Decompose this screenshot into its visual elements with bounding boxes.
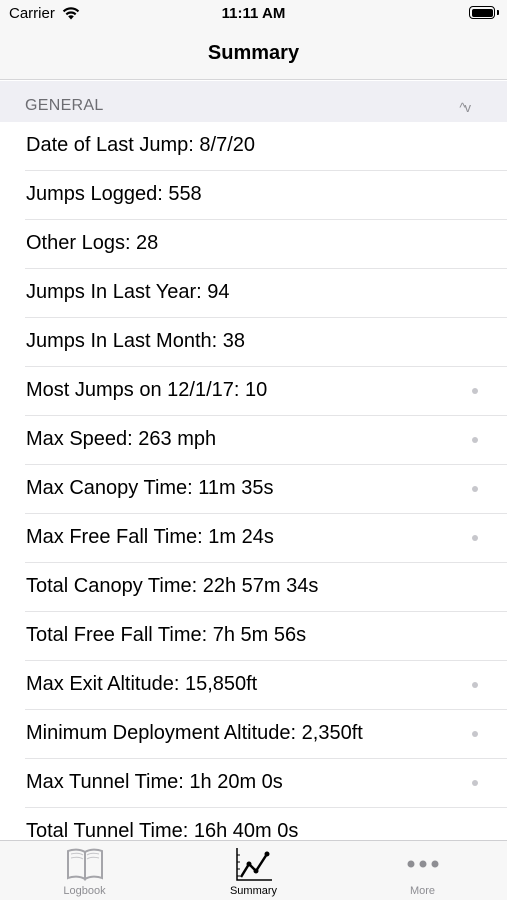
sort-toggle-icon[interactable]: ^v (459, 100, 471, 115)
list-item: Other Logs: 28 (0, 220, 507, 269)
list-item[interactable]: Max Speed: 263 mph (0, 416, 507, 465)
tab-logbook-label: Logbook (63, 885, 106, 897)
chart-line-icon (235, 848, 272, 881)
section-title: GENERAL (25, 97, 104, 114)
list-item-label: Jumps In Last Month: 38 (26, 330, 246, 352)
summary-list: Date of Last Jump: 8/7/20 Jumps Logged: 5… (0, 122, 507, 857)
battery-tip (497, 10, 499, 15)
navigation-bar: Summary (0, 30, 507, 80)
status-bar: Carrier 11:11 AM (0, 0, 507, 30)
list-item: Jumps Logged: 558 (0, 171, 507, 220)
detail-dot-icon (472, 437, 478, 443)
tab-summary-label: Summary (229, 885, 278, 897)
detail-dot-icon (472, 682, 478, 688)
status-time: 11:11 AM (221, 5, 286, 22)
summary-screen: Carrier 11:11 AM Summary GENERAL ^v Date… (0, 0, 507, 900)
list-item[interactable]: Max Exit Altitude: 15,850ft (0, 661, 507, 710)
book-icon (66, 848, 103, 881)
list-item: Jumps In Last Year: 94 (0, 269, 507, 318)
detail-dot-icon (472, 535, 478, 541)
list-item: Date of Last Jump: 8/7/20 (0, 122, 507, 171)
detail-dot-icon (472, 486, 478, 492)
list-item-label: Max Canopy Time: 11m 35s (26, 477, 274, 499)
list-item: Total Canopy Time: 22h 57m 34s (0, 563, 507, 612)
list-item-label: Max Speed: 263 mph (26, 428, 217, 450)
list-item[interactable]: Max Free Fall Time: 1m 24s (0, 514, 507, 563)
tab-more-label: More (409, 885, 436, 897)
tab-bar: Logbook Summary More (0, 840, 507, 900)
list-item: Jumps In Last Month: 38 (0, 318, 507, 367)
list-item-label: Max Tunnel Time: 1h 20m 0s (26, 771, 283, 793)
page-title: Summary (207, 42, 300, 64)
list-item-label: Other Logs: 28 (26, 232, 159, 254)
list-item[interactable]: Minimum Deployment Altitude: 2,350ft (0, 710, 507, 759)
tab-more[interactable]: More (338, 841, 507, 900)
list-item-label: Most Jumps on 12/1/17: 10 (26, 379, 268, 401)
list-item[interactable]: Max Canopy Time: 11m 35s (0, 465, 507, 514)
list-item[interactable]: Max Tunnel Time: 1h 20m 0s (0, 759, 507, 808)
detail-dot-icon (472, 388, 478, 394)
list-item-label: Max Exit Altitude: 15,850ft (26, 673, 258, 695)
tab-summary[interactable]: Summary (169, 841, 338, 900)
list-item: Total Free Fall Time: 7h 5m 56s (0, 612, 507, 661)
list-item-label: Total Free Fall Time: 7h 5m 56s (26, 624, 307, 646)
list-item-label: Jumps Logged: 558 (26, 183, 202, 205)
list-item-label: Total Canopy Time: 22h 57m 34s (26, 575, 319, 597)
list-item-label: Max Free Fall Time: 1m 24s (26, 526, 274, 548)
detail-dot-icon (472, 731, 478, 737)
tab-logbook[interactable]: Logbook (0, 841, 169, 900)
list-item-label: Date of Last Jump: 8/7/20 (26, 134, 256, 156)
battery-icon (469, 6, 495, 19)
detail-dot-icon (472, 780, 478, 786)
list-item-label: Minimum Deployment Altitude: 2,350ft (26, 722, 363, 744)
section-header-general: GENERAL ^v (0, 81, 507, 122)
list-item-label: Jumps In Last Year: 94 (26, 281, 230, 303)
more-dots-icon (407, 860, 438, 868)
list-item[interactable]: Most Jumps on 12/1/17: 10 (0, 367, 507, 416)
